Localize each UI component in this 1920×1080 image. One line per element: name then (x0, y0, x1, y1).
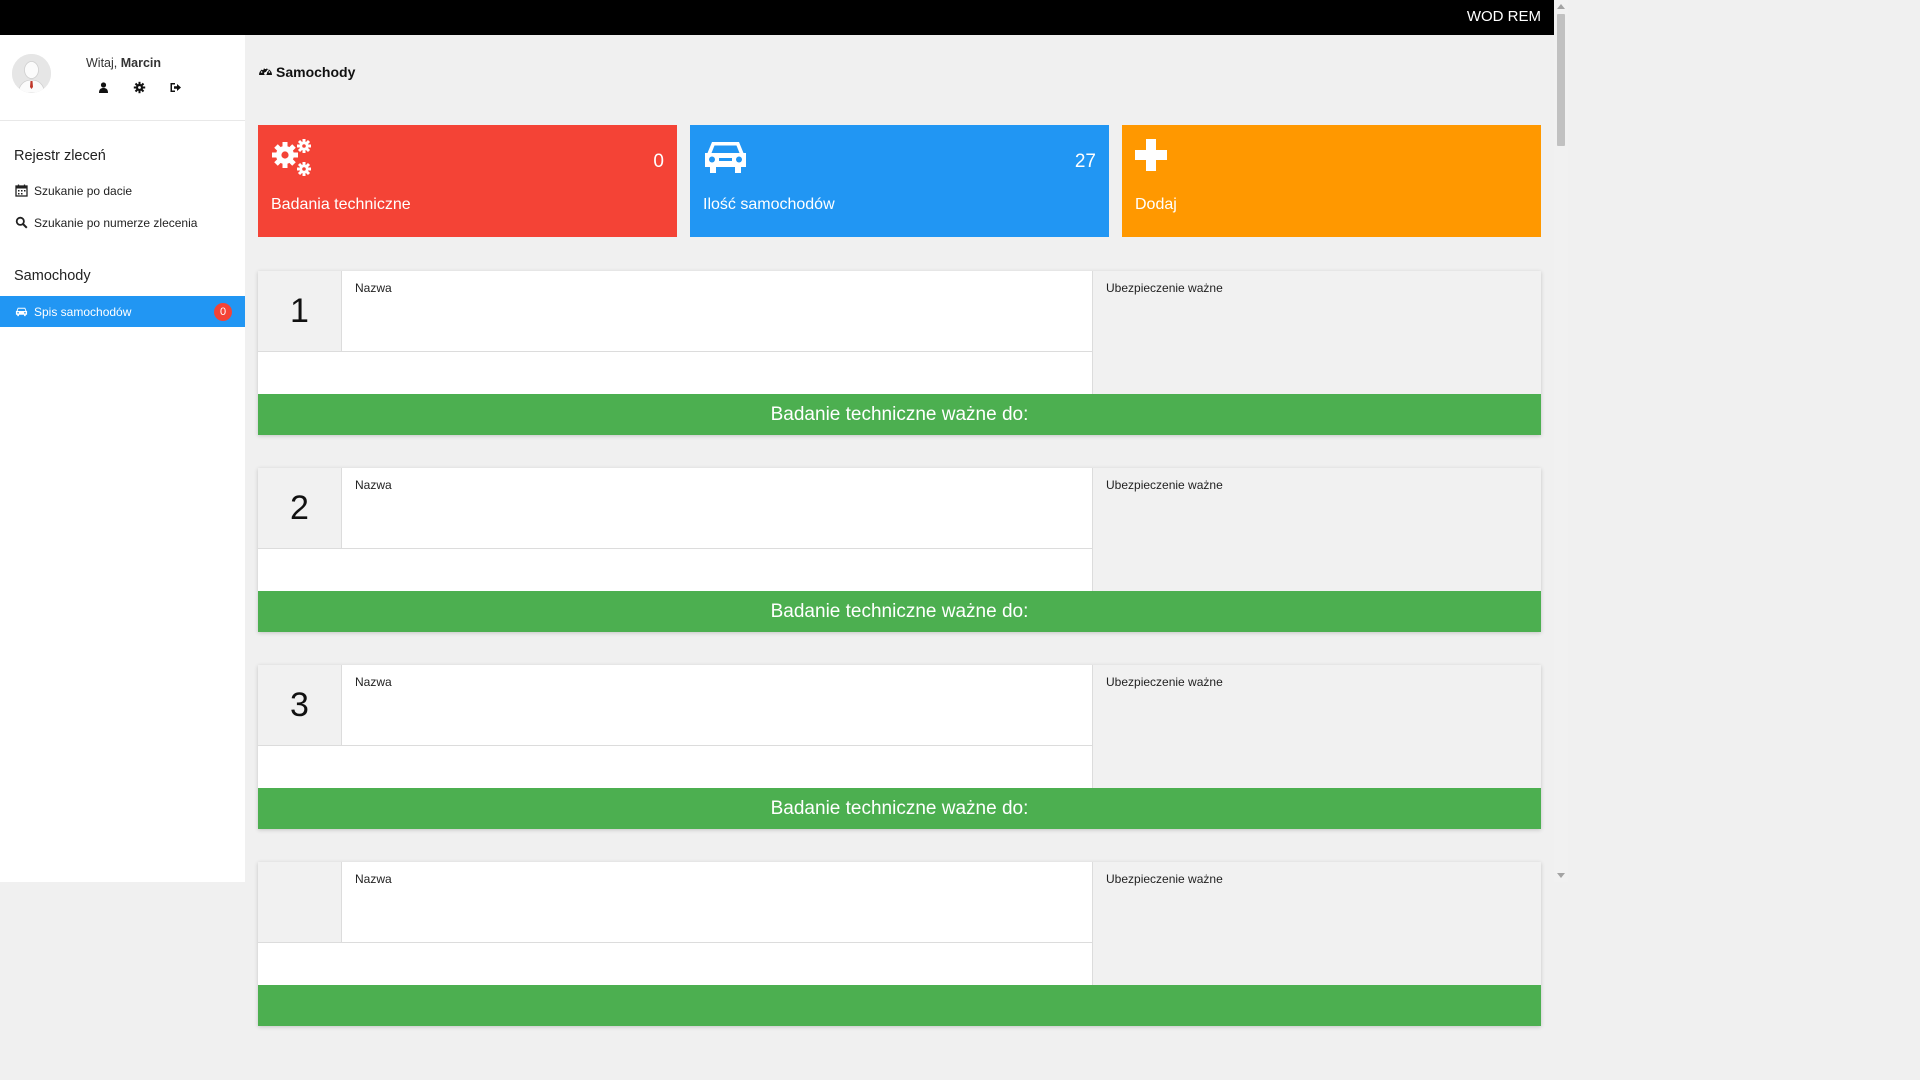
insurance-label: Ubezpieczenie ważne (1106, 281, 1223, 295)
name-label: Nazwa (355, 675, 392, 689)
car-name-cell: Nazwa (342, 862, 1093, 943)
top-bar: WOD REM (0, 0, 1568, 35)
name-label: Nazwa (355, 281, 392, 295)
inspection-footer: Badanie techniczne ważne do: (258, 394, 1541, 435)
car-icon (15, 305, 28, 318)
scrollbar-thumb[interactable] (1557, 14, 1565, 146)
calendar-icon (15, 184, 28, 197)
insurance-cell: Ubezpieczenie ważne (1093, 862, 1541, 985)
card-value: 0 (653, 151, 664, 172)
user-icon[interactable] (97, 81, 110, 94)
inspection-footer: Badanie techniczne ważne do: (258, 788, 1541, 829)
car-icon (702, 138, 749, 180)
brand-name[interactable]: WOD REM (1467, 8, 1541, 25)
car-detail-cell (258, 746, 1093, 788)
scrollbar[interactable] (1554, 0, 1568, 882)
sidebar-item-label: Spis samochodów (34, 304, 132, 319)
card-label: Dodaj (1135, 196, 1177, 213)
car-detail-cell (258, 943, 1093, 985)
user-actions (97, 81, 182, 94)
inspection-footer: Badanie techniczne ważne do: (258, 591, 1541, 632)
sidebar-item-label: Szukanie po dacie (34, 183, 133, 198)
card-technical-inspections[interactable]: 0 Badania techniczne (258, 125, 677, 237)
section-title-orders: Rejestr zleceń (14, 148, 106, 164)
search-icon (15, 216, 28, 229)
car-row[interactable]: 2 Nazwa Ubezpieczenie ważne Badanie tech… (258, 468, 1541, 632)
car-detail-cell (258, 549, 1093, 591)
card-add-car[interactable]: Dodaj (1122, 125, 1541, 237)
insurance-cell: Ubezpieczenie ważne (1093, 665, 1541, 788)
gears-icon (270, 138, 314, 183)
car-row[interactable]: Nazwa Ubezpieczenie ważne (258, 862, 1541, 1026)
car-number: 1 (258, 271, 342, 352)
user-name: Marcin (120, 56, 162, 70)
car-row[interactable]: 1 Nazwa Ubezpieczenie ważne Badanie tech… (258, 271, 1541, 435)
car-name-cell: Nazwa (342, 665, 1093, 746)
count-badge: 0 (214, 303, 232, 321)
page-title-text: Samochody (276, 64, 356, 80)
sidebar-item-car-list[interactable]: Spis samochodów 0 (0, 296, 245, 327)
avatar[interactable] (12, 54, 51, 93)
car-number: 2 (258, 468, 342, 549)
greeting: Witaj, Marcin (86, 56, 161, 70)
car-name-cell: Nazwa (342, 271, 1093, 352)
car-row[interactable]: 3 Nazwa Ubezpieczenie ważne Badanie tech… (258, 665, 1541, 829)
insurance-cell: Ubezpieczenie ważne (1093, 271, 1541, 394)
car-detail-cell (258, 352, 1093, 394)
inspection-footer (258, 985, 1541, 1026)
dashboard-icon (258, 64, 273, 80)
car-number: 3 (258, 665, 342, 746)
sidebar-item-search-by-date[interactable]: Szukanie po dacie (0, 175, 245, 206)
insurance-label: Ubezpieczenie ważne (1106, 872, 1223, 886)
user-panel: Witaj, Marcin (0, 35, 245, 121)
car-number (258, 862, 342, 943)
insurance-label: Ubezpieczenie ważne (1106, 675, 1223, 689)
card-label: Ilość samochodów (703, 196, 835, 213)
card-label: Badania techniczne (271, 196, 411, 213)
insurance-label: Ubezpieczenie ważne (1106, 478, 1223, 492)
scroll-down-arrow-icon[interactable] (1557, 873, 1565, 878)
greeting-prefix: Witaj, (86, 56, 121, 70)
scroll-up-arrow-icon[interactable] (1557, 4, 1565, 9)
name-label: Nazwa (355, 872, 392, 886)
insurance-cell: Ubezpieczenie ważne (1093, 468, 1541, 591)
name-label: Nazwa (355, 478, 392, 492)
section-title-cars: Samochody (14, 268, 91, 284)
sidebar: Witaj, Marcin Rejestr zleceń Szukanie po… (0, 35, 245, 882)
car-name-cell: Nazwa (342, 468, 1093, 549)
plus-icon (1134, 138, 1168, 177)
logout-icon[interactable] (169, 81, 182, 94)
card-car-count[interactable]: 27 Ilość samochodów (690, 125, 1109, 237)
sidebar-item-search-by-order-number[interactable]: Szukanie po numerze zlecenia (0, 207, 245, 238)
sidebar-item-label: Szukanie po numerze zlecenia (34, 215, 198, 230)
gear-icon[interactable] (133, 81, 146, 94)
page-title: Samochody (258, 64, 355, 80)
card-value: 27 (1074, 151, 1096, 172)
